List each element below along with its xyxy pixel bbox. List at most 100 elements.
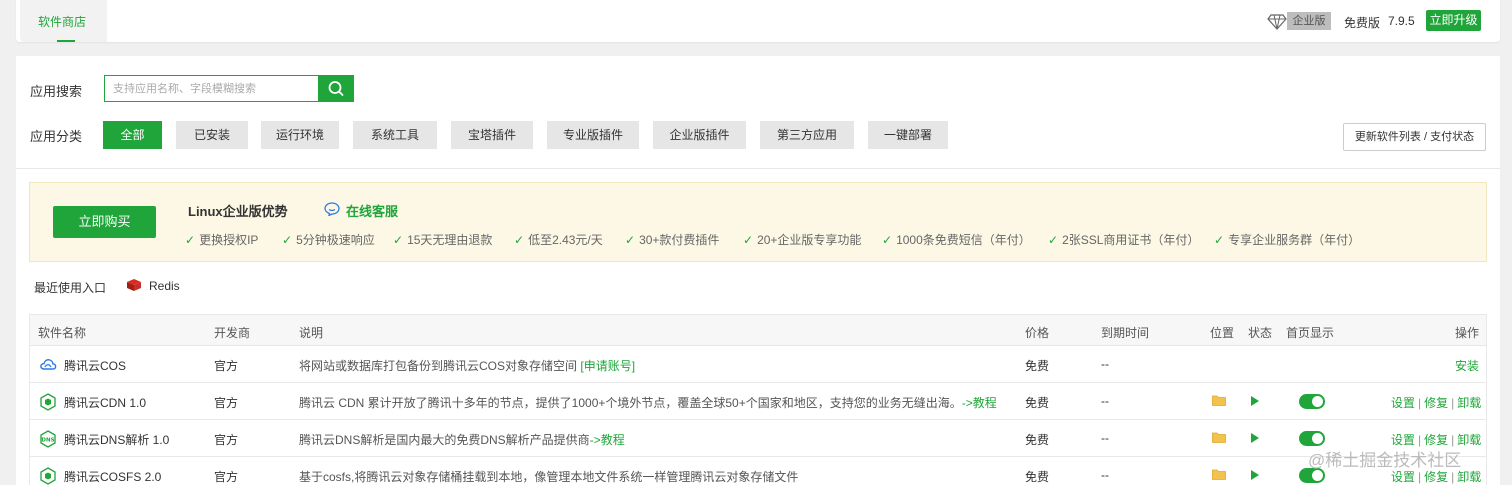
category-enterprise-plugins[interactable]: 企业版插件 [653,121,746,149]
uninstall-link[interactable]: 卸载 [1457,396,1481,410]
tutorial-link[interactable]: ->教程 [962,396,997,410]
check-icon: ✓ [514,233,525,247]
category-one-click-deploy[interactable]: 一键部署 [868,121,948,149]
tab-active-underline [57,40,75,42]
col-price: 价格 [1025,326,1050,340]
app-expiry: -- [1101,394,1109,408]
app-expiry: -- [1101,357,1109,371]
tab-software-store[interactable]: 软件商店 [20,0,107,42]
perk-item: ✓ 20+企业版专享功能 [743,233,862,247]
check-icon: ✓ [393,233,404,247]
category-label: 应用分类 [30,129,83,144]
repair-link[interactable]: 修复 [1424,433,1448,447]
shield-cube-icon [40,393,56,411]
col-expiry: 到期时间 [1101,326,1150,340]
search-input[interactable] [104,75,319,102]
perk-item: ✓ 30+款付费插件 [625,233,720,247]
perk-item: ✓ 2张SSL商用证书（年付） [1048,233,1200,247]
table-row: 腾讯云COSFS 2.0 官方 基于cosfs,将腾讯云对象存储桶挂载到本地，像… [30,457,1486,485]
col-name: 软件名称 [38,326,87,340]
table-row: 腾讯云CDN 1.0 官方 腾讯云 CDN 累计开放了腾讯十多年的节点，提供了1… [30,383,1486,420]
app-developer: 官方 [214,433,239,447]
recent-entries-label: 最近使用入口 [34,281,107,295]
category-bt-plugins[interactable]: 宝塔插件 [451,121,533,149]
dns-icon: DNS [40,430,56,448]
uninstall-link[interactable]: 卸载 [1457,433,1481,447]
software-table: 软件名称 开发商 说明 价格 到期时间 位置 状态 首页显示 操作 腾讯云COS… [29,314,1487,485]
tutorial-link[interactable]: ->教程 [590,433,625,447]
check-icon: ✓ [282,233,293,247]
table-row: 腾讯云COS 官方 将网站或数据库打包备份到腾讯云COS对象存储空间 [申请账号… [30,346,1486,383]
app-expiry: -- [1101,468,1109,482]
update-list-button[interactable]: 更新软件列表 / 支付状态 [1343,123,1486,151]
promo-title: Linux企业版优势 [188,204,288,219]
col-location: 位置 [1210,326,1235,340]
app-name: 腾讯云CDN 1.0 [64,396,147,410]
app-description: 腾讯云DNS解析是国内最大的免费DNS解析产品提供商->教程 [299,433,625,447]
buy-now-button[interactable]: 立即购买 [53,206,156,238]
recent-item-redis[interactable]: Redis [149,279,180,293]
top-bar: 软件商店 企业版 免费版 7.9.5 立即升级 [16,0,1500,42]
check-icon: ✓ [625,233,636,247]
category-pro-plugins[interactable]: 专业版插件 [547,121,639,149]
search-label: 应用搜索 [30,84,83,99]
repair-link[interactable]: 修复 [1424,470,1448,484]
settings-link[interactable]: 设置 [1391,470,1415,484]
homepage-toggle[interactable] [1299,394,1325,409]
perk-item: ✓ 5分钟极速响应 [282,233,375,247]
svg-text:DNS: DNS [41,438,54,444]
chat-bubble-icon [324,202,340,216]
shield-cube-icon [40,467,56,485]
upgrade-now-button[interactable]: 立即升级 [1426,10,1481,31]
table-header: 软件名称 开发商 说明 价格 到期时间 位置 状态 首页显示 操作 [30,315,1486,346]
settings-link[interactable]: 设置 [1391,433,1415,447]
col-status: 状态 [1248,326,1273,340]
app-expiry: -- [1101,431,1109,445]
cloud-icon [40,359,57,370]
perk-item: ✓ 低至2.43元/天 [514,233,603,247]
app-name: 腾讯云COS [64,359,127,373]
perk-item: ✓ 15天无理由退款 [393,233,493,247]
folder-icon[interactable] [1212,395,1226,406]
play-icon[interactable] [1251,470,1259,480]
divider [16,168,1500,169]
install-link[interactable]: 安装 [1455,357,1479,374]
folder-icon[interactable] [1212,432,1226,443]
play-icon[interactable] [1251,396,1259,406]
app-description: 将网站或数据库打包备份到腾讯云COS对象存储空间 [申请账号] [299,359,636,373]
category-third-party[interactable]: 第三方应用 [760,121,854,149]
apply-account-link[interactable]: [申请账号] [580,359,635,373]
app-name: 腾讯云COSFS 2.0 [64,470,162,484]
play-icon[interactable] [1251,433,1259,443]
app-price: 免费 [1025,433,1050,447]
check-icon: ✓ [743,233,754,247]
app-developer: 官方 [214,470,239,484]
category-system-tools[interactable]: 系统工具 [353,121,437,149]
main-panel: 应用搜索 应用分类 全部 已安装 运行环境 系统工具 宝塔插件 专业版插件 企业… [16,56,1500,485]
online-support-link[interactable]: 在线客服 [346,201,398,220]
search-button[interactable] [318,75,354,102]
repair-link[interactable]: 修复 [1424,396,1448,410]
category-all[interactable]: 全部 [103,121,162,149]
uninstall-link[interactable]: 卸载 [1457,470,1481,484]
watermark: @稀土掘金技术社区 [1308,451,1462,470]
app-name: 腾讯云DNS解析 1.0 [64,433,170,447]
homepage-toggle[interactable] [1299,431,1325,446]
enterprise-promo-banner: 立即购买 Linux企业版优势 在线客服 ✓ 更换授权IP ✓ 5分钟极速响应 ✓ 1… [29,182,1487,262]
check-icon: ✓ [185,233,196,247]
table-row: DNS 腾讯云DNS解析 1.0 官方 腾讯云DNS解析是国内最大的免费DNS解… [30,420,1486,457]
check-icon: ✓ [1048,233,1059,247]
app-price: 免费 [1025,359,1050,373]
col-homepage: 首页显示 [1286,326,1335,340]
perk-item: ✓ 专享企业服务群（年付） [1214,233,1361,247]
folder-icon[interactable] [1212,469,1226,480]
check-icon: ✓ [882,233,893,247]
category-installed[interactable]: 已安装 [176,121,248,149]
enterprise-badge[interactable]: 企业版 [1287,12,1331,30]
app-price: 免费 [1025,396,1050,410]
col-developer: 开发商 [214,326,251,340]
settings-link[interactable]: 设置 [1391,396,1415,410]
category-runtime[interactable]: 运行环境 [261,121,339,149]
perk-item: ✓ 1000条免费短信（年付） [882,233,1031,247]
version-number: 7.9.5 [1388,14,1415,28]
